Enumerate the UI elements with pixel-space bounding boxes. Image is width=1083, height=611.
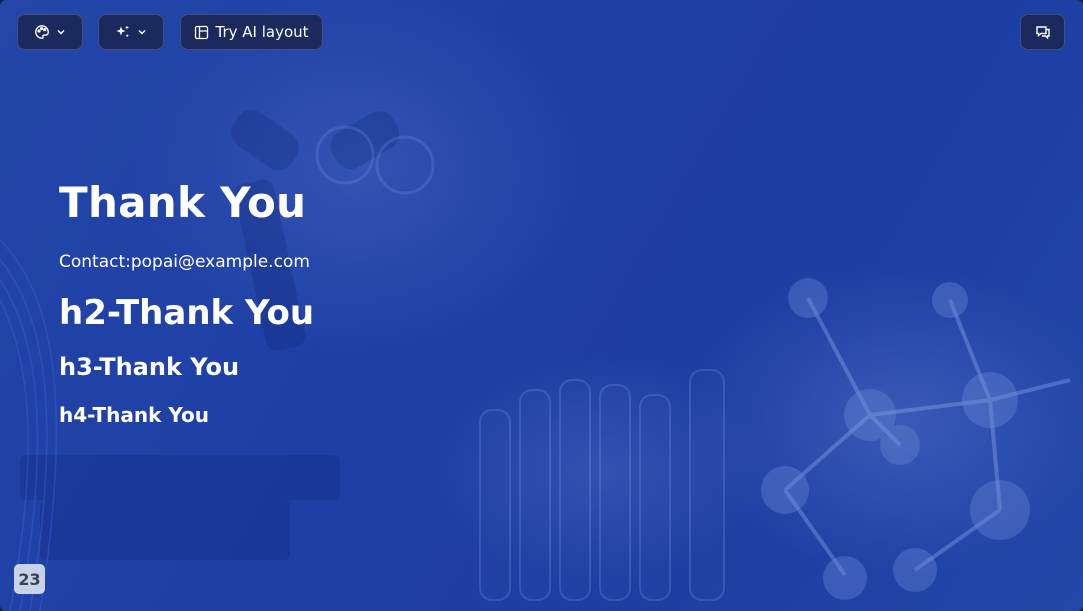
heading-h2: h2-Thank You [59, 293, 315, 333]
page-number-badge: 23 [14, 564, 45, 594]
comments-button[interactable] [1020, 14, 1065, 50]
slide-canvas[interactable]: Try AI layout Thank You Contact:popai@ex… [0, 0, 1083, 611]
layout-icon [194, 25, 209, 40]
slide-title: Thank You [59, 178, 307, 227]
comment-icon [1035, 24, 1051, 40]
ai-magic-button[interactable] [98, 14, 164, 50]
chevron-down-icon [56, 27, 66, 37]
chevron-down-icon [137, 27, 147, 37]
contact-text: Contact:popai@example.com [59, 252, 310, 272]
try-ai-layout-label: Try AI layout [215, 23, 309, 41]
heading-h4: h4-Thank You [59, 403, 210, 427]
heading-h3: h3-Thank You [59, 353, 240, 381]
palette-icon [34, 24, 50, 40]
sparkle-icon [115, 24, 131, 40]
try-ai-layout-button[interactable]: Try AI layout [180, 14, 323, 50]
theme-button[interactable] [17, 14, 83, 50]
